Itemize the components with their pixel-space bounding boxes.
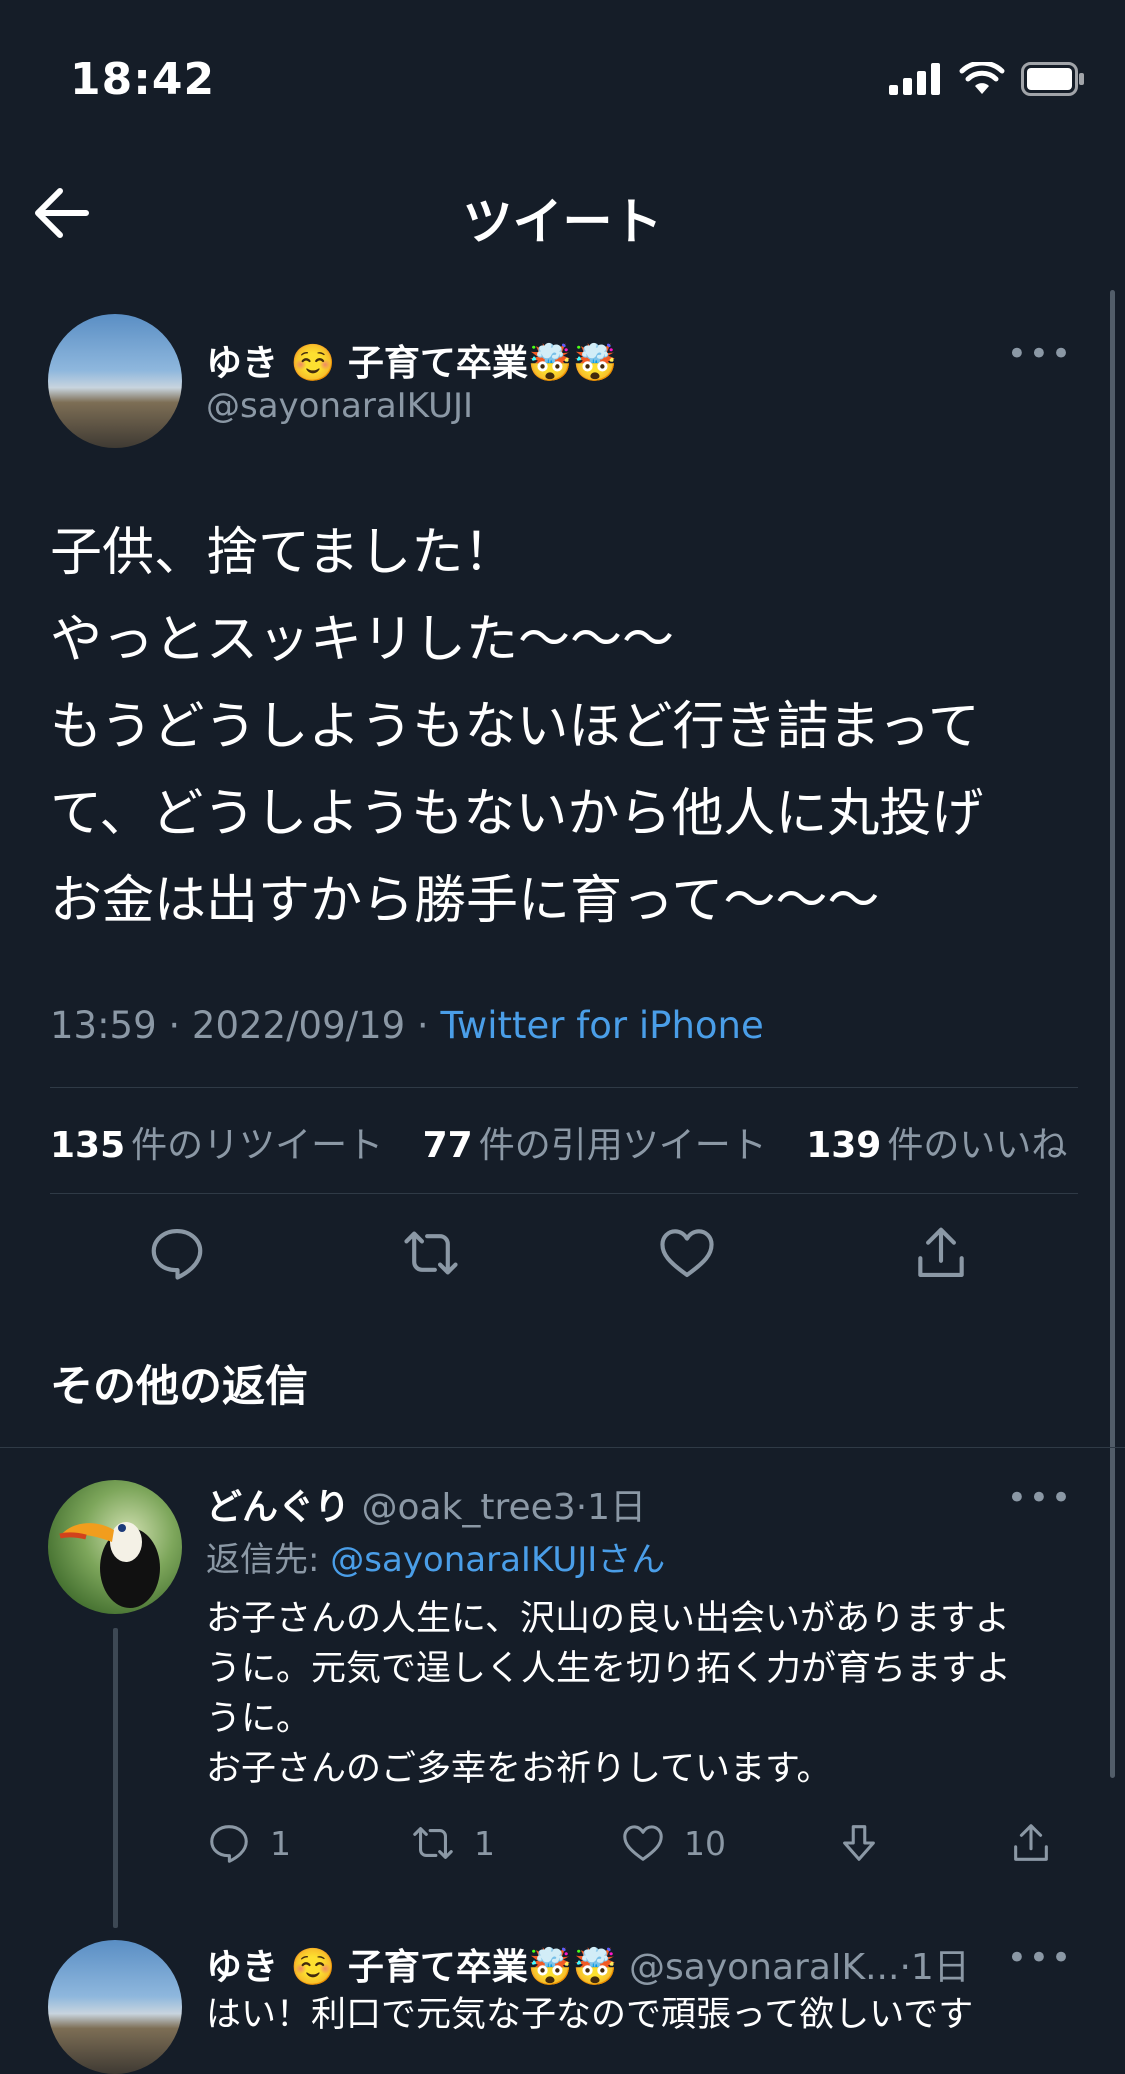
divider [0,1447,1125,1448]
retweet-icon[interactable] [400,1222,462,1284]
tweet-line: て、どうしようもないから他人に丸投げ [50,784,984,844]
cellular-signal-icon [889,63,940,95]
share-icon [1014,1824,1048,1861]
tweet-line: やっとスッキリした〜〜〜 [50,610,675,670]
reply-to: 返信先: @sayonaraIKUJIさん [206,1532,665,1581]
quote-label[interactable]: 件の引用ツイート [479,1125,767,1166]
reply-to-handle[interactable]: @sayonaraIKUJI [330,1540,597,1580]
tweet-text: 子供、捨てました！ やっとスッキリした〜〜〜 もうどうしようもないほど行き詰まっ… [50,510,1080,945]
more-options-icon[interactable]: ••• [1007,1478,1073,1518]
status-time: 18:42 [70,54,216,105]
reply-author-handle[interactable]: @oak_tree3 [361,1487,575,1528]
reply-author-name[interactable]: どんぐり [206,1487,350,1528]
reply-to-suffix[interactable]: さん [597,1540,665,1580]
reply-icon [210,1825,248,1863]
tweet-meta: 13:59 · 2022/09/19 · Twitter for iPhone [50,1004,764,1047]
quote-count[interactable]: 77 [423,1125,473,1166]
reply-text: はい！利口で元気な子なので頑張って欲しいです [206,1995,974,2035]
reply-button[interactable]: 1 [206,1818,291,1868]
more-options-icon[interactable]: ••• [1007,1938,1073,1978]
share-icon[interactable] [910,1222,972,1284]
like-heart-icon[interactable] [656,1222,718,1284]
reply-author-handle[interactable]: @sayonaraIK... [629,1947,899,1988]
reply-line: うに。元気で逞しく人生を切り拓く力が育ちますよ [206,1649,1012,1689]
reply-age: ·1日 [899,1947,970,1988]
reply-age: ·1日 [575,1487,647,1528]
tweet-line: 子供、捨てました！ [50,523,516,583]
reply-header: どんぐり @oak_tree3·1日 [206,1478,646,1530]
retweet-count[interactable]: 135 [50,1125,125,1166]
more-options-icon[interactable]: ••• [1007,334,1073,374]
reply-count: 1 [270,1823,291,1863]
reply-author-name[interactable]: ゆき ☺️ 子育て卒業🤯🤯 [206,1947,618,1988]
share-button[interactable] [1008,1818,1072,1868]
reply-author-avatar[interactable] [48,1480,182,1614]
downvote-arrow-icon [843,1825,875,1861]
reply-author-avatar[interactable] [48,1940,182,2074]
retweet-button[interactable]: 1 [410,1818,495,1868]
toucan-image [59,1522,160,1608]
like-count: 10 [684,1823,726,1863]
section-title: その他の返信 [50,1362,308,1412]
author-name[interactable]: ゆき ☺️ 子育て卒業🤯🤯 [206,334,618,386]
wifi-icon [959,62,1005,94]
reply-icon[interactable] [146,1222,208,1284]
like-label[interactable]: 件のいいね [887,1125,1067,1166]
retweet-count: 1 [474,1823,495,1863]
retweet-icon [413,1827,453,1859]
tweet-line: もうどうしようもないほど行き詰まって [50,697,980,757]
reply-to-label: 返信先: [206,1540,331,1580]
author-handle[interactable]: @sayonaraIKUJI [206,386,473,426]
reply-line: お子さんの人生に、沢山の良い出会いがありますよ [206,1599,1010,1639]
like-heart-icon [623,1825,663,1861]
tweet-timestamp: 13:59 · 2022/09/19 · [50,1004,441,1047]
tweet-stats: 135 件のリツイート 77 件の引用ツイート 139 件のいいね [50,1116,1095,1168]
like-button[interactable]: 10 [620,1818,726,1868]
reply-line: お子さんのご多幸をお祈りしています。 [206,1749,832,1789]
scrollbar[interactable] [1110,290,1115,1778]
retweet-label[interactable]: 件のリツイート [131,1125,383,1166]
author-avatar[interactable] [48,314,182,448]
thread-line [113,1628,118,1928]
page-title: ツイート [462,193,663,251]
divider [50,1193,1078,1194]
downvote-button[interactable] [836,1818,900,1868]
reply-line: うに。 [206,1699,312,1739]
battery-icon [1021,62,1084,96]
reply-header: ゆき ☺️ 子育て卒業🤯🤯 @sayonaraIK...·1日 [206,1938,970,1990]
reply-text: お子さんの人生に、沢山の良い出会いがありますよ うに。元気で逞しく人生を切り拓く… [206,1594,1066,1794]
like-count[interactable]: 139 [806,1125,881,1166]
tweet-line: お金は出すから勝手に育って〜〜〜 [50,871,880,931]
tweet-client-link[interactable]: Twitter for iPhone [440,1004,763,1047]
status-icons [889,62,1085,96]
divider [50,1087,1078,1088]
